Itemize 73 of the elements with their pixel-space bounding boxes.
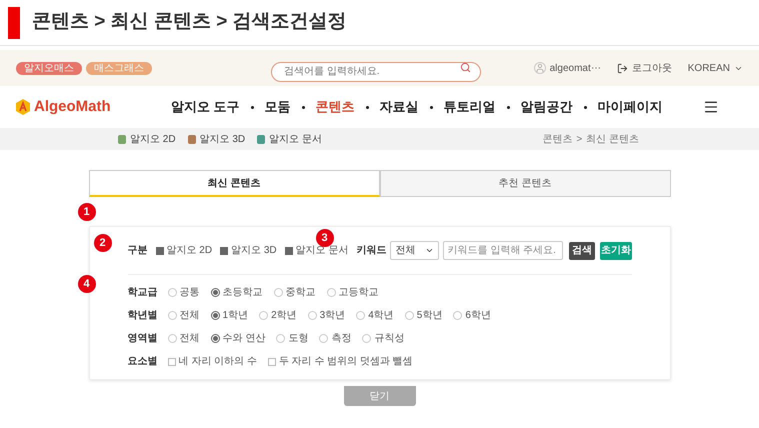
checkbox[interactable] [220,246,228,254]
breadcrumb-item[interactable]: 콘텐츠 [542,132,572,146]
field-label: 학교급 [128,286,158,300]
breadcrumb-item[interactable]: 최신 콘텐츠 [586,132,639,146]
content-tab[interactable]: 최신 콘텐츠 [88,170,380,197]
scope-select[interactable]: 전체 [390,241,439,260]
option-label: 6학년 [465,309,491,323]
nav-item[interactable]: 마이페이지 [598,97,663,117]
nav-item[interactable]: 튜토리얼 [444,97,496,117]
language-selector[interactable]: KOREAN [688,60,730,76]
logout-icon [616,62,628,74]
option-label: 초등학교 [222,286,262,300]
callout-number: 3 [316,229,334,247]
option-label: 알지오 2D [166,244,212,258]
radio-button[interactable] [210,288,220,297]
option-label: 5학년 [416,309,442,323]
user-avatar-icon [534,62,546,74]
option-label: 중학교 [286,286,316,300]
field-label: 키워드 [355,244,386,258]
option-label: 1학년 [222,309,248,323]
radio-button[interactable] [210,311,220,320]
option-label: 규칙성 [374,332,404,346]
option-label: 수와 연산 [222,332,266,346]
option-label: 3학년 [320,309,346,323]
tool-link[interactable]: 알지오 3D [200,132,246,146]
field-label: 영역별 [128,332,158,346]
tool-link[interactable]: 알지오 문서 [269,132,322,146]
field-label: 구분 [128,244,148,258]
search-icon[interactable] [460,62,471,73]
content-tab[interactable]: 추천 콘텐츠 [380,170,670,197]
nav-item[interactable]: 모둠 [264,97,291,117]
field-label: 학년별 [128,309,158,323]
option-label: 도형 [288,332,308,346]
checkbox[interactable] [284,246,293,254]
search-button[interactable]: 검색 [568,242,596,260]
option-label: 2학년 [271,309,297,323]
nav-item[interactable]: 콘텐츠 [316,97,355,117]
nav-item[interactable]: 알림공간 [520,97,573,117]
option-label: 알지오 문서 [296,244,348,258]
option-label: 4학년 [368,309,394,323]
option-label: 전체 [180,332,200,346]
option-label: 두 자리 수 범위의 덧셈과 뺄셈 [278,355,413,369]
tool-link[interactable]: 알지오 2D [130,132,176,146]
logout-link[interactable]: 로그아웃 [632,60,672,76]
tool-icon [118,134,126,144]
tool-icon [188,134,196,144]
menu-icon[interactable] [703,99,719,115]
title-accent-bar [8,6,20,38]
callout-number: 4 [78,275,96,293]
checkbox[interactable] [168,358,176,366]
logo-icon [16,99,30,115]
field-label: 요소별 [128,355,158,369]
user-name[interactable]: algeomat⋯ [550,60,601,76]
breadcrumb-item: > [576,132,582,146]
checkbox[interactable] [268,358,276,366]
radio-button[interactable] [210,334,220,343]
nav-item[interactable]: 자료실 [380,97,419,117]
option-label: 네 자리 이하의 수 [178,355,257,369]
page-title: 콘텐츠 > 최신 콘텐츠 > 검색조건설정 [32,10,347,34]
option-label: 고등학교 [338,286,378,300]
tool-icon [257,134,266,144]
callout-number: 2 [94,234,112,252]
option-label: 전체 [180,309,200,323]
callout-number: 1 [78,203,96,221]
caret-icon [424,246,434,255]
keyword-field[interactable]: 키워드를 입력해 주세요. [442,241,563,260]
nav-item[interactable]: 알지오 도구 [171,97,240,117]
checkbox[interactable] [156,246,164,254]
option-label: 측정 [331,332,352,346]
option-label: 알지오 3D [231,244,277,258]
search-field[interactable]: 검색어를 입력하세요. [271,62,481,82]
option-label: 공통 [180,286,200,300]
logo-text[interactable]: AlgeoMath [34,96,111,118]
